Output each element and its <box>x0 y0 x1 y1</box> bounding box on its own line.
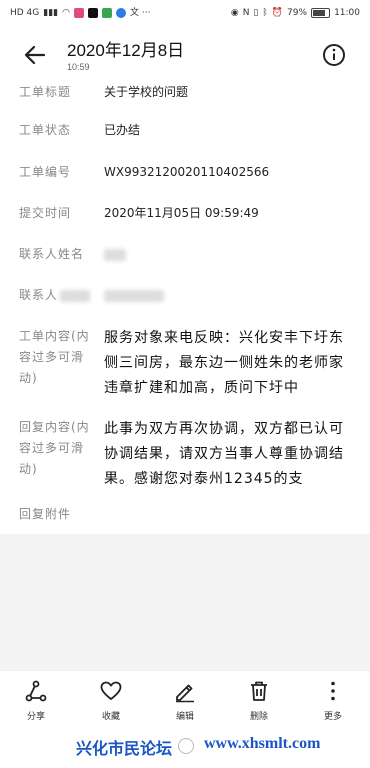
more-vertical-icon <box>331 681 335 701</box>
field-label: 工单状态 <box>19 123 72 137</box>
more-label: 更多 <box>323 712 342 722</box>
battery-percent: 79% <box>287 7 308 18</box>
vibrate-icon: ▯ <box>253 7 259 18</box>
redacted-block <box>104 248 126 261</box>
watermark-site-name: 兴化市民论坛 <box>76 739 173 758</box>
field-label: 工单内容(内容过多可滑动) <box>19 329 90 385</box>
navigation-bar: 兴化市民论坛 www.xhsmlt.com <box>0 732 370 768</box>
nfc-icon: N <box>242 7 250 18</box>
browser-icon <box>115 8 126 18</box>
favorite-button[interactable]: 收藏 <box>85 679 137 722</box>
heart-icon <box>100 681 122 700</box>
field-label: 工单标题 <box>19 85 72 99</box>
share-button[interactable]: 分享 <box>10 679 62 722</box>
field-label: 联系人姓名 <box>19 247 85 261</box>
delete-button[interactable]: 删除 <box>233 679 285 722</box>
info-icon <box>323 44 345 66</box>
redacted-block <box>103 289 164 302</box>
tiktok-icon <box>87 8 98 18</box>
field-value: 2020年11月05日 09:59:49 <box>104 206 259 220</box>
more-button[interactable]: 更多 <box>307 679 359 722</box>
eye-icon: ◉ <box>230 7 239 18</box>
page-subtitle-time: 10:59 <box>67 62 90 72</box>
field-label: 工单编号 <box>19 165 72 179</box>
bottom-toolbar: 分享 收藏 编辑 删除 更多 <box>0 670 370 733</box>
status-left: HD 4G ▮▮▮ ◠ 文 ··· <box>10 8 150 18</box>
redacted-block <box>60 289 90 302</box>
share-label: 分享 <box>26 712 45 722</box>
battery-icon <box>311 8 331 18</box>
reply-content-text[interactable]: 此事为双方再次协调，双方都已认可协调结果，请双方当事人尊重协调结果。感谢您对泰州… <box>104 417 358 493</box>
watermark-url: www.xhsmlt.com <box>204 735 321 752</box>
field-label: 回复内容(内容过多可滑动) <box>19 420 90 476</box>
field-value: WX993212002011040256​6 <box>104 165 270 179</box>
battery-fill <box>313 10 326 16</box>
ticket-detail[interactable]: 工单标题 关于学校的问题 工单状态 已办结 工单编号 WX99321200201… <box>0 84 370 534</box>
app-header: 2020年12月8日 10:59 <box>0 26 370 84</box>
info-button[interactable] <box>322 43 346 67</box>
empty-area <box>0 534 370 670</box>
alarm-icon: ⏰ <box>271 7 284 18</box>
app-notification-icon <box>73 8 84 18</box>
back-button[interactable] <box>22 42 48 68</box>
page-title: 2020年12月8日 <box>67 41 185 60</box>
pencil-icon <box>176 684 194 703</box>
wifi-icon: ◠ <box>62 7 70 18</box>
edit-label: 编辑 <box>175 712 194 722</box>
home-nav-icon[interactable] <box>178 738 194 754</box>
arrow-left-icon <box>24 45 46 65</box>
text-notification-icon: 文 ··· <box>129 7 151 18</box>
field-value: 已办结 <box>104 123 141 137</box>
field-value: 关于学校的问题 <box>104 85 189 99</box>
clock: 11:00 <box>334 7 360 18</box>
favorite-label: 收藏 <box>101 712 120 722</box>
field-value-redacted <box>60 285 358 306</box>
status-bar: HD 4G ▮▮▮ ◠ 文 ··· ◉ N ▯ ᛒ ⏰ 79% 11:00 <box>0 0 370 26</box>
message-icon <box>101 8 112 18</box>
edit-button[interactable]: 编辑 <box>159 679 211 722</box>
field-label: 提交时间 <box>19 206 72 220</box>
network-label: HD 4G <box>10 7 40 18</box>
signal-icon: ▮▮▮ <box>43 7 59 18</box>
field-value-redacted <box>104 244 358 265</box>
delete-label: 删除 <box>249 712 268 722</box>
trash-icon <box>251 681 267 701</box>
ticket-content-text[interactable]: 服务对象来电反映：兴化安丰下圩东侧三间房，最东边一侧姓朱的老师家违章扩建和加高，… <box>104 326 358 402</box>
status-right: ◉ N ▯ ᛒ ⏰ 79% 11:00 <box>231 8 360 18</box>
bluetooth-icon: ᛒ <box>262 7 268 18</box>
field-label: 回复附件 <box>19 507 72 521</box>
share-icon <box>25 680 47 702</box>
